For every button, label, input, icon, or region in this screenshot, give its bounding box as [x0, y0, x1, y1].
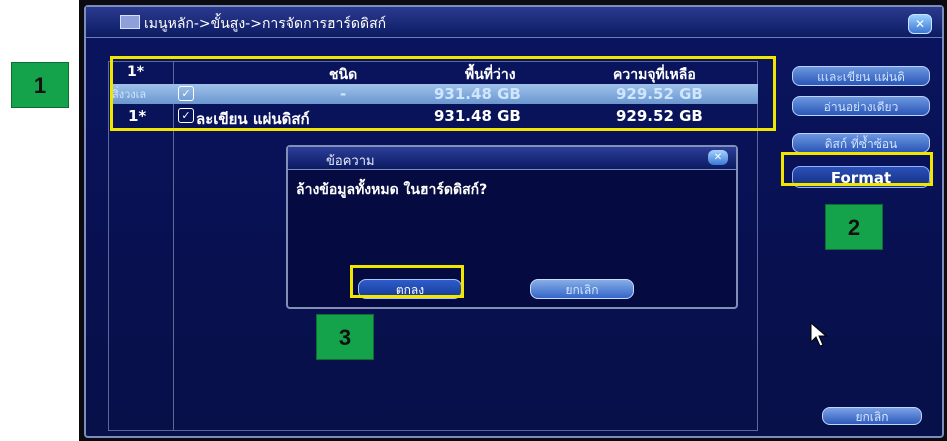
table-row-selected[interactable]: สิ่งวงเล ✓ - 931.48 GB 929.52 GB — [110, 84, 758, 104]
format-button[interactable]: Format — [792, 166, 930, 188]
mouse-cursor-icon — [810, 322, 828, 347]
redundant-disk-button[interactable]: ดิสก์ ที่ซ้ำซ้อน — [792, 133, 930, 153]
dialog-title: ข้อความ — [326, 154, 375, 169]
row-free-space: 931.48 GB — [434, 107, 521, 125]
header-no: 1* — [127, 64, 145, 80]
row-type: - — [340, 85, 347, 103]
row-no: สิ่งวงเล — [112, 88, 147, 101]
window-close-button[interactable]: ✕ — [908, 14, 932, 34]
window-title: เมนูหลัก->ขั้นสูง->การจัดการฮาร์ดดิสก์ — [144, 16, 387, 32]
row-free-space: 931.48 GB — [434, 85, 521, 103]
dialog-cancel-button[interactable]: ยกเลิก — [530, 279, 634, 299]
row-remaining: 929.52 GB — [616, 85, 703, 103]
row-checkbox[interactable]: ✓ — [178, 86, 194, 101]
hdd-management-window: เมนูหลัก->ขั้นสูง->การจัดการฮาร์ดดิสก์ ✕… — [84, 5, 944, 438]
row-remaining: 929.52 GB — [616, 107, 703, 125]
callout-3: 3 — [316, 314, 374, 360]
header-remaining: ความจุที่เหลือ — [613, 67, 696, 83]
dialog-close-button[interactable]: ✕ — [708, 150, 728, 165]
cancel-button[interactable]: ยกเลิก — [822, 407, 922, 425]
row-type: ละเขียน แผ่นดิสก์ — [196, 110, 310, 128]
callout-2: 2 — [825, 204, 883, 250]
dialog-message: ล้างข้อมูลทั้งหมด ในฮาร์ดดิสก์? — [296, 182, 488, 198]
callout-1: 1 — [11, 62, 69, 108]
read-write-button[interactable]: แเละเขียน แผ่นดิ — [792, 66, 930, 86]
window-titlebar: เมนูหลัก->ขั้นสูง->การจัดการฮาร์ดดิสก์ ✕ — [86, 7, 942, 38]
window-menu-icon — [120, 15, 140, 29]
dialog-titlebar: ข้อความ ✕ — [288, 147, 736, 170]
row-no: 1* — [128, 107, 147, 125]
read-only-button[interactable]: อ่านอย่างเดียว — [792, 96, 930, 116]
header-type: ชนิด — [329, 67, 358, 83]
table-row[interactable]: 1* ✓ ละเขียน แผ่นดิสก์ 931.48 GB 929.52 … — [110, 106, 758, 128]
dialog-ok-button[interactable]: ตกลง — [358, 279, 462, 299]
header-free-space: พื้นที่ว่าง — [465, 67, 516, 83]
confirm-dialog: ข้อความ ✕ ล้างข้อมูลทั้งหมด ในฮาร์ดดิสก์… — [286, 145, 738, 309]
row-checkbox[interactable]: ✓ — [178, 108, 194, 123]
